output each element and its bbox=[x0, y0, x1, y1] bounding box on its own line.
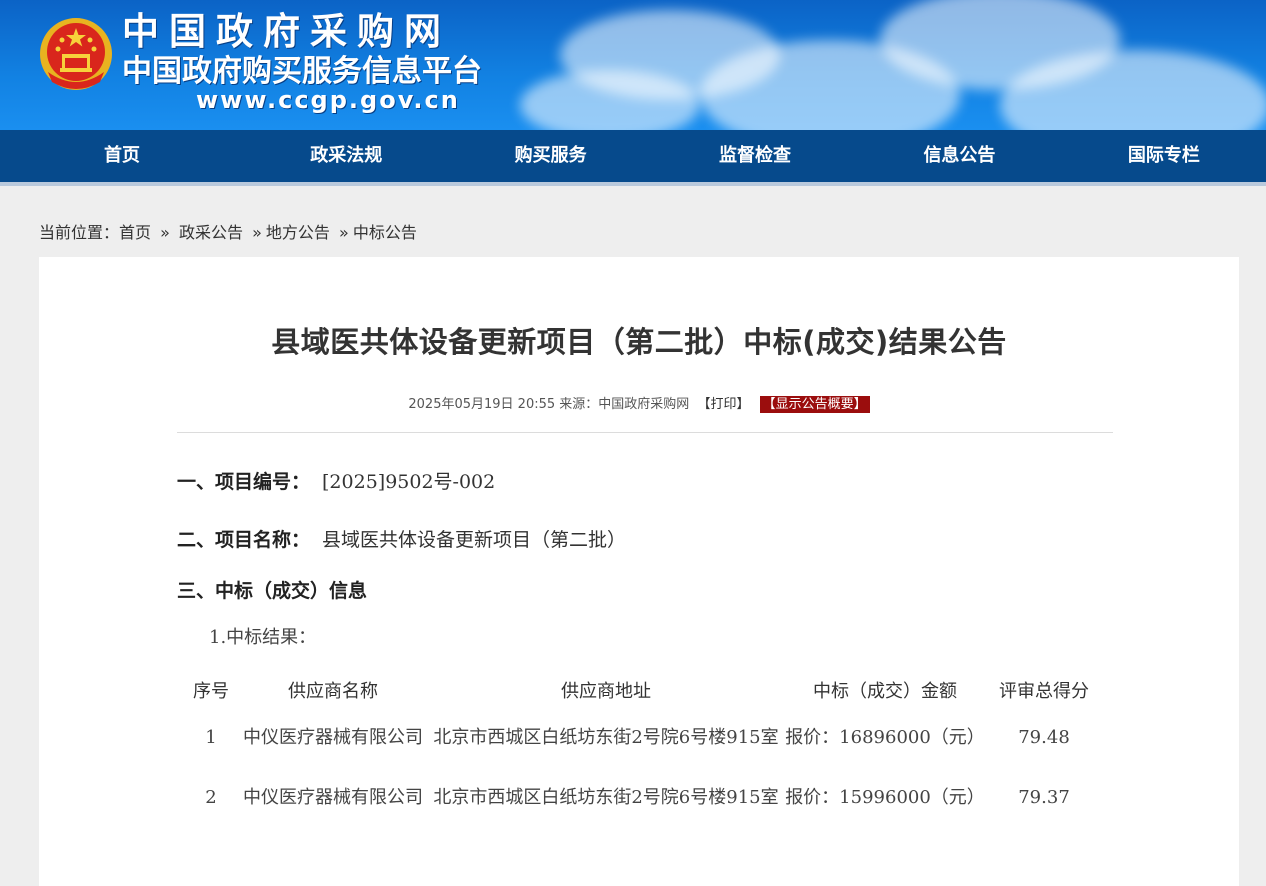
col-header-supplier-name: 供应商名称 bbox=[288, 681, 378, 702]
project-number-row: 一、项目编号： [2025]9502号-002 bbox=[177, 467, 495, 494]
cell-score: 79.48 bbox=[1018, 726, 1070, 748]
source-name: 中国政府采购网 bbox=[598, 397, 690, 412]
source-label: 来源： bbox=[559, 397, 599, 412]
award-result-table: 序号 供应商名称 供应商地址 中标（成交）金额 评审总得分 1 中仪医疗器械有限… bbox=[187, 677, 1099, 827]
cell-award-amount: 报价：16896000（元） bbox=[785, 726, 985, 748]
nav-item-international[interactable]: 国际专栏 bbox=[1062, 130, 1266, 182]
breadcrumb-award-announcements[interactable]: 中标公告 bbox=[353, 223, 417, 242]
cell-supplier-name: 中仪医疗器械有限公司 bbox=[243, 726, 423, 748]
project-number-value: [2025]9502号-002 bbox=[322, 471, 496, 493]
award-result-subheading: 1.中标结果： bbox=[209, 627, 317, 648]
project-name-row: 二、项目名称： 县域医共体设备更新项目（第二批） bbox=[177, 525, 626, 552]
article-meta: 2025年05月19日 20:55 来源：中国政府采购网 【打印】 【显示公告概… bbox=[39, 393, 1239, 413]
divider bbox=[177, 432, 1113, 433]
breadcrumb-gov-announcements[interactable]: 政采公告 bbox=[179, 223, 243, 242]
article-panel: 县域医共体设备更新项目（第二批）中标(成交)结果公告 2025年05月19日 2… bbox=[39, 257, 1239, 886]
col-header-index: 序号 bbox=[193, 681, 229, 702]
cell-supplier-address: 北京市西城区白纸坊东街2号院6号楼915室 bbox=[433, 726, 779, 748]
print-link[interactable]: 【打印】 bbox=[697, 397, 749, 412]
nav-item-purchase-services[interactable]: 购买服务 bbox=[448, 130, 652, 182]
cell-score: 79.37 bbox=[1018, 786, 1070, 808]
project-name-label: 二、项目名称： bbox=[177, 529, 311, 551]
nav-item-home[interactable]: 首页 bbox=[0, 130, 244, 182]
breadcrumb-prefix: 当前位置： bbox=[39, 223, 120, 242]
col-header-supplier-address: 供应商地址 bbox=[561, 681, 651, 702]
main-nav: 首页 政采法规 购买服务 监督检查 信息公告 国际专栏 bbox=[0, 130, 1266, 186]
show-summary-button[interactable]: 【显示公告概要】 bbox=[759, 396, 870, 413]
col-header-score: 评审总得分 bbox=[999, 681, 1089, 702]
col-header-award-amount: 中标（成交）金额 bbox=[813, 681, 957, 702]
site-url: www.ccgp.gov.cn bbox=[196, 86, 460, 114]
award-info-heading-text: 三、中标（成交）信息 bbox=[177, 580, 368, 602]
cell-index: 2 bbox=[205, 786, 217, 808]
page-title: 县域医共体设备更新项目（第二批）中标(成交)结果公告 bbox=[271, 325, 1007, 359]
project-name-value: 县域医共体设备更新项目（第二批） bbox=[322, 529, 627, 551]
cell-supplier-address: 北京市西城区白纸坊东街2号院6号楼915室 bbox=[433, 786, 779, 808]
breadcrumb-local-announcements[interactable]: 地方公告 bbox=[266, 223, 330, 242]
national-emblem-icon bbox=[40, 18, 112, 90]
breadcrumb-separator: » bbox=[160, 223, 170, 242]
publish-datetime: 2025年05月19日 20:55 bbox=[408, 397, 556, 412]
cell-supplier-name: 中仪医疗器械有限公司 bbox=[243, 786, 423, 808]
site-header: 中国政府采购网 中国政府购买服务信息平台 www.ccgp.gov.cn bbox=[0, 0, 1266, 130]
project-number-label: 一、项目编号： bbox=[177, 471, 311, 493]
site-subtitle: 中国政府购买服务信息平台 bbox=[122, 54, 482, 89]
award-info-heading: 三、中标（成交）信息 bbox=[177, 576, 367, 603]
breadcrumb: 当前位置：首页 » 政采公告 » 地方公告 » 中标公告 bbox=[39, 219, 417, 243]
table-header-row: 序号 供应商名称 供应商地址 中标（成交）金额 评审总得分 bbox=[187, 677, 1099, 707]
table-row: 2 中仪医疗器械有限公司 北京市西城区白纸坊东街2号院6号楼915室 报价：15… bbox=[187, 767, 1099, 827]
breadcrumb-separator: » bbox=[252, 223, 262, 242]
nav-item-regulations[interactable]: 政采法规 bbox=[244, 130, 448, 182]
cell-award-amount: 报价：15996000（元） bbox=[785, 786, 985, 808]
site-title: 中国政府采购网 bbox=[122, 10, 451, 53]
nav-item-supervision[interactable]: 监督检查 bbox=[653, 130, 857, 182]
nav-item-announcements[interactable]: 信息公告 bbox=[857, 130, 1061, 182]
cell-index: 1 bbox=[205, 726, 217, 748]
table-row: 1 中仪医疗器械有限公司 北京市西城区白纸坊东街2号院6号楼915室 报价：16… bbox=[187, 707, 1099, 767]
breadcrumb-separator: » bbox=[339, 223, 349, 242]
breadcrumb-home[interactable]: 首页 bbox=[119, 223, 151, 242]
